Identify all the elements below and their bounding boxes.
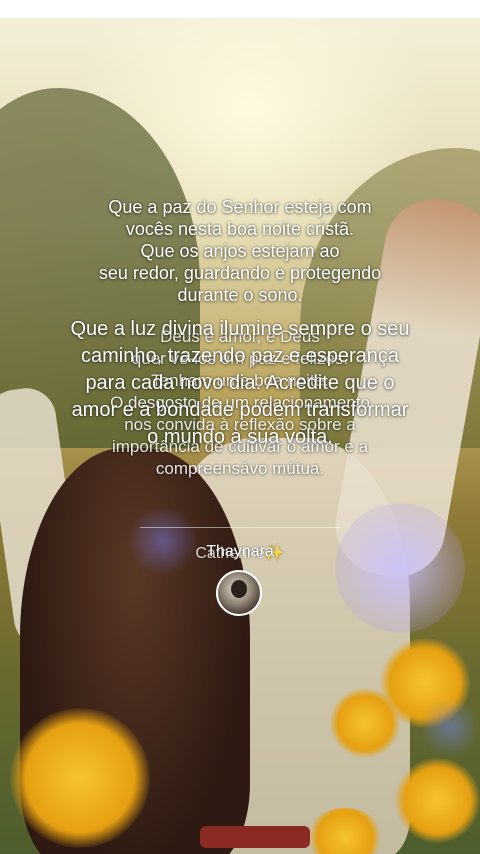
text-line: compreensávo mútua. (155, 459, 325, 478)
bokeh-light (335, 503, 465, 633)
post-paragraph-2: Que a luz divina ilumine sempre o seu ca… (0, 316, 480, 451)
text-line: seu redor, guardando e protegendo (98, 263, 382, 283)
author-avatar[interactable] (216, 570, 262, 616)
author-name[interactable]: Thaynara (0, 543, 480, 561)
yellow-flower (330, 688, 400, 758)
text-line: Que a luz divina ilumine sempre o seu (70, 318, 410, 340)
text-line: caminho, trazendo paz e esperança (81, 345, 399, 367)
red-belt (200, 826, 310, 848)
text-line: Que a paz do Senhor esteja com (108, 197, 372, 217)
text-line: vocês nesta boa noite cristã. (125, 219, 355, 239)
divider (140, 527, 340, 528)
yellow-flower (10, 708, 150, 848)
text-line: Que os anjos estejam ao (140, 241, 340, 261)
avatar-figure (231, 580, 247, 598)
text-line: amor e a bondade podem transformar (71, 399, 409, 421)
yellow-flower (395, 758, 480, 843)
post-paragraph-1: Que a paz do Senhor esteja com vocês nes… (0, 196, 480, 306)
top-status-strip (0, 0, 480, 18)
text-line: o mundo à sua volta. (147, 426, 333, 448)
text-line: durante o sono. (177, 285, 303, 305)
bokeh-light (128, 506, 198, 576)
text-line: para cada novo dia. Acredite que o (85, 372, 395, 394)
bokeh-light (420, 698, 480, 758)
